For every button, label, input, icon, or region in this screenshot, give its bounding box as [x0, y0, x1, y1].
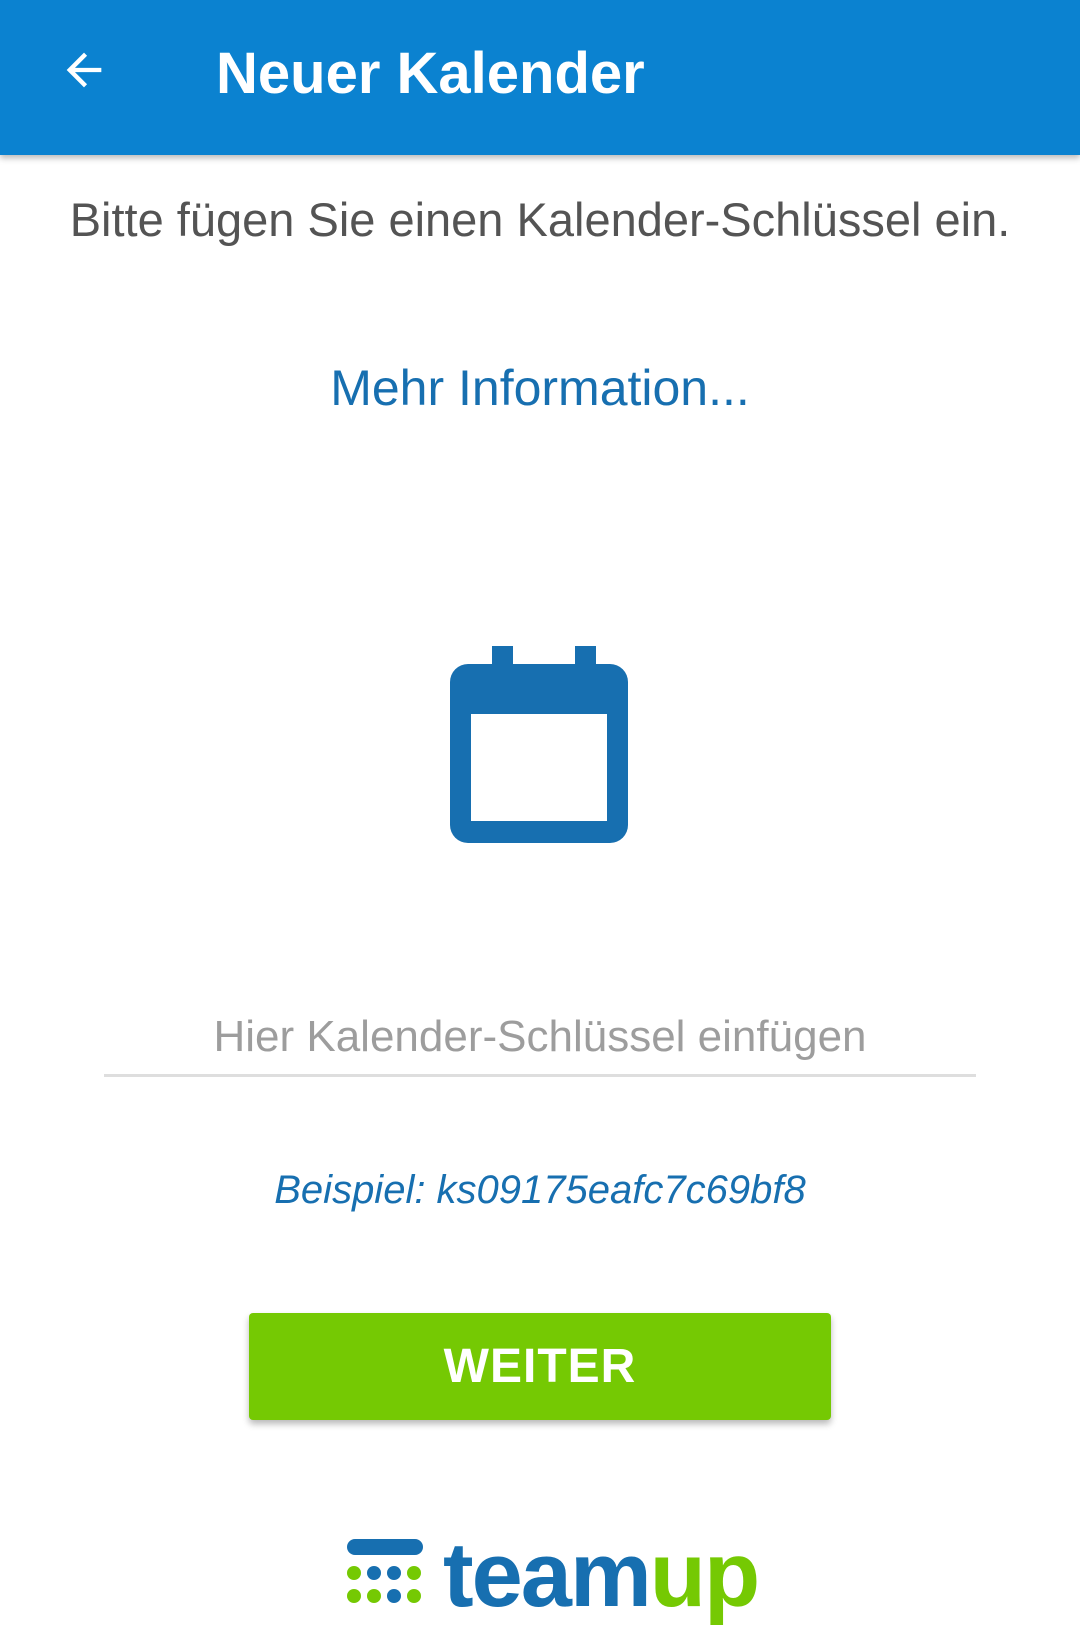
logo-text-up: up: [649, 1524, 760, 1626]
teamup-logo-text: teamup: [443, 1529, 760, 1621]
continue-button[interactable]: WEITER: [249, 1313, 831, 1420]
instruction-text: Bitte fügen Sie einen Kalender-Schlüssel…: [69, 193, 1011, 246]
teamup-logo-mark: [347, 1539, 423, 1603]
back-button[interactable]: [46, 32, 122, 108]
logo-text-team: team: [443, 1524, 652, 1626]
calendar-key-input[interactable]: [104, 1000, 976, 1077]
more-info-link[interactable]: Mehr Information...: [0, 356, 1080, 420]
calendar-icon: [450, 646, 628, 843]
app-bar: Neuer Kalender: [0, 0, 1080, 155]
example-text: Beispiel: ks09175eafc7c69bf8: [274, 1168, 806, 1212]
arrow-left-icon: [66, 52, 102, 88]
teamup-logo: teamup: [345, 1529, 760, 1621]
page-title: Neuer Kalender: [216, 41, 645, 106]
